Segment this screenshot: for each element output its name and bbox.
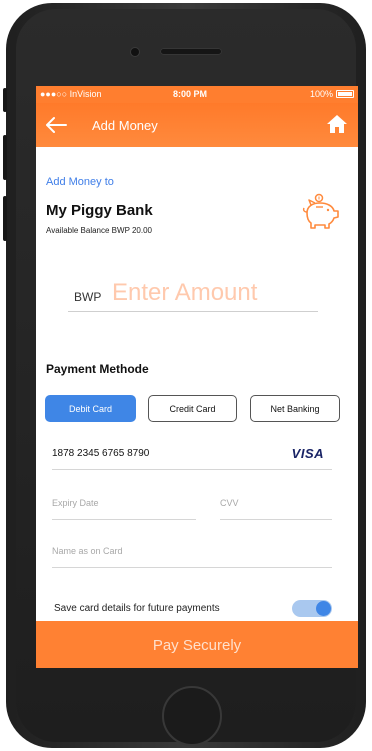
credit-card-button[interactable]: Credit Card bbox=[148, 395, 237, 422]
status-bar: ●●●○○ InVision 8:00 PM 100% bbox=[36, 86, 358, 103]
app-screen: ●●●○○ InVision 8:00 PM 100% Add Money Ad… bbox=[36, 86, 358, 668]
save-card-label: Save card details for future payments bbox=[54, 603, 220, 614]
cvv-input[interactable]: CVV bbox=[220, 494, 332, 520]
back-arrow-icon[interactable] bbox=[44, 115, 68, 135]
volume-up-button bbox=[3, 135, 7, 180]
pay-securely-button[interactable]: Pay Securely bbox=[36, 621, 358, 668]
name-on-card-input[interactable]: Name as on Card bbox=[52, 542, 332, 568]
amount-input[interactable] bbox=[112, 279, 318, 307]
home-icon[interactable] bbox=[326, 113, 348, 135]
front-camera bbox=[131, 48, 139, 56]
toggle-knob bbox=[316, 601, 331, 616]
debit-card-button[interactable]: Debit Card bbox=[45, 395, 136, 422]
save-card-toggle[interactable] bbox=[292, 600, 332, 617]
home-button[interactable] bbox=[162, 686, 222, 746]
amount-field: BWP bbox=[68, 278, 318, 312]
add-money-to-label: Add Money to bbox=[46, 176, 114, 188]
battery-percent: 100% bbox=[309, 89, 333, 99]
battery-icon bbox=[336, 90, 354, 98]
app-header: Add Money bbox=[36, 103, 358, 147]
payment-method-title: Payment Methode bbox=[46, 362, 149, 376]
account-name: My Piggy Bank bbox=[46, 202, 153, 219]
carrier-label: ●●●○○ InVision bbox=[40, 89, 102, 99]
piggy-bank-icon bbox=[302, 193, 339, 229]
visa-logo: VISA bbox=[291, 446, 324, 461]
status-time: 8:00 PM bbox=[173, 89, 208, 99]
battery-indicator: 100% bbox=[310, 89, 354, 99]
page-title: Add Money bbox=[92, 118, 158, 133]
card-number-field[interactable]: 1878 2345 6765 8790 VISA bbox=[52, 444, 332, 470]
mute-switch bbox=[3, 88, 7, 112]
volume-down-button bbox=[3, 196, 7, 241]
earpiece-speaker bbox=[160, 48, 222, 55]
net-banking-button[interactable]: Net Banking bbox=[250, 395, 340, 422]
expiry-date-input[interactable]: Expiry Date bbox=[52, 494, 196, 520]
card-number: 1878 2345 6765 8790 bbox=[52, 448, 150, 459]
available-balance: Available Balance BWP 20.00 bbox=[46, 226, 152, 235]
currency-label: BWP bbox=[74, 290, 102, 304]
